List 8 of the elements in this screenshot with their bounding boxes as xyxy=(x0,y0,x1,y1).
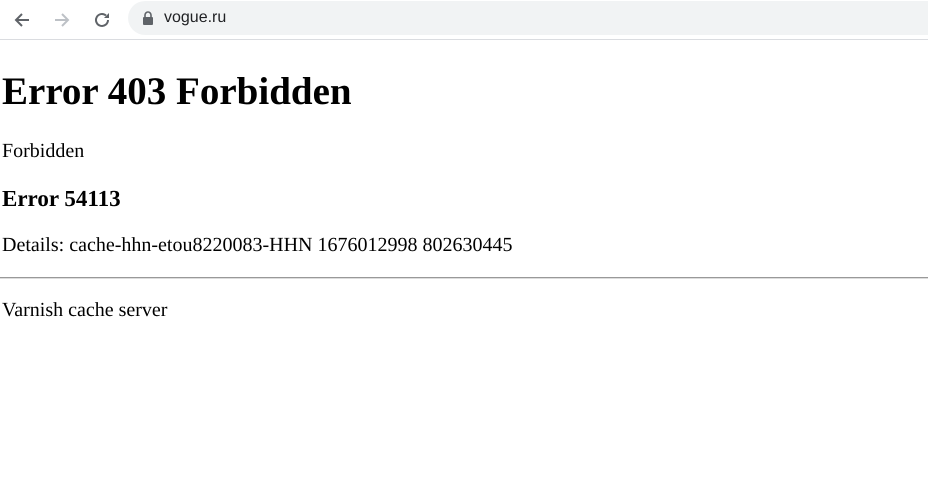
error-details: Details: cache-hhn-etou8220083-HHN 1676012998 802630445 xyxy=(2,234,514,257)
address-bar[interactable]: vogue.ru xyxy=(128,0,928,34)
lock-icon xyxy=(142,10,154,24)
page-heading: Error 403 Forbidden xyxy=(2,69,353,115)
error-message: Forbidden xyxy=(2,140,86,163)
server-signature: Varnish cache server xyxy=(2,299,168,322)
error-code: Error 54113 xyxy=(2,186,122,212)
url-text: vogue.ru xyxy=(164,8,226,26)
